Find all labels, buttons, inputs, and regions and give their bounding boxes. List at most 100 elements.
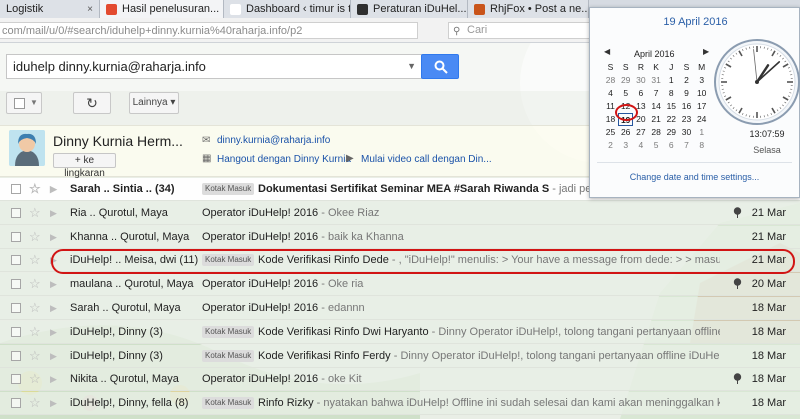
avatar[interactable] [9, 130, 45, 166]
calendar-day[interactable]: 14 [649, 100, 664, 113]
star-icon[interactable]: ☆ [29, 321, 41, 343]
star-icon[interactable]: ☆ [29, 178, 41, 200]
star-icon[interactable]: ☆ [29, 392, 41, 414]
importance-icon[interactable]: ▶ [50, 345, 57, 367]
video-call-link[interactable]: Mulai video call dengan Din... [361, 154, 492, 165]
calendar-day[interactable]: 22 [664, 113, 679, 126]
inbox-label[interactable]: Kotak Masuk [202, 325, 255, 338]
importance-icon[interactable]: ▶ [50, 321, 57, 343]
tab-close-icon[interactable]: × [87, 4, 93, 15]
browser-tab[interactable]: RhjFox • Post a ne...× [468, 0, 589, 18]
calendar-day[interactable]: 3 [618, 139, 633, 152]
row-checkbox[interactable] [11, 184, 21, 194]
calendar-day[interactable]: 7 [679, 139, 694, 152]
row-checkbox[interactable] [11, 303, 21, 313]
email-row[interactable]: ☆ ▶ Ria .. Qurotul, Maya Operator iDuHelp! … [0, 201, 800, 225]
browser-tab[interactable]: Logistik × [0, 0, 100, 18]
select-all-button[interactable]: ▼ [6, 92, 42, 114]
star-icon[interactable]: ☆ [29, 202, 41, 224]
calendar-day[interactable]: 25 [603, 126, 618, 139]
calendar-day[interactable]: 28 [649, 126, 664, 139]
inbox-label[interactable]: Kotak Masuk [202, 349, 255, 362]
url-field[interactable]: com/mail/u/0/#search/iduhelp+dinny.kurni… [0, 22, 418, 39]
row-checkbox[interactable] [11, 255, 21, 266]
browser-tab[interactable]: Hasil penelusuran...× [100, 0, 224, 18]
email-row[interactable]: ☆ ▶ Nikita .. Qurotul, Maya Operator iDuHel… [0, 368, 800, 392]
importance-icon[interactable]: ▶ [50, 368, 57, 390]
row-checkbox[interactable] [11, 398, 21, 409]
browser-tab[interactable]: Dashboard ‹ timur is t...× [224, 0, 351, 18]
inbox-label[interactable]: Kotak Masuk [202, 254, 255, 267]
change-date-time-link[interactable]: Change date and time settings... [589, 172, 800, 182]
calendar-day[interactable]: 15 [664, 100, 679, 113]
star-icon[interactable]: ☆ [29, 297, 41, 319]
calendar-day[interactable]: 10 [694, 87, 709, 100]
email-row[interactable]: ☆ ▶ iDuHelp!, Dinny (3) Kotak Masuk Kode Ver… [0, 320, 800, 344]
calendar-day[interactable]: 8 [694, 139, 709, 152]
importance-icon[interactable]: ▶ [50, 273, 57, 295]
next-month-icon[interactable]: ▶ [703, 47, 709, 56]
search-options-icon[interactable]: ▼ [407, 55, 416, 78]
calendar-day[interactable]: 9 [679, 87, 694, 100]
calendar-day[interactable]: 29 [618, 74, 633, 87]
importance-icon[interactable]: ▶ [50, 226, 57, 248]
calendar-day[interactable]: 5 [649, 139, 664, 152]
calendar-day[interactable]: 6 [664, 139, 679, 152]
search-button[interactable] [421, 54, 459, 79]
calendar-day[interactable]: 17 [694, 100, 709, 113]
importance-icon[interactable]: ▶ [50, 249, 57, 271]
inbox-label[interactable]: Kotak Masuk [202, 183, 255, 195]
row-checkbox[interactable] [11, 231, 21, 242]
row-checkbox[interactable] [11, 374, 21, 385]
refresh-button[interactable]: ↻ [73, 92, 111, 114]
row-checkbox[interactable] [11, 350, 21, 361]
calendar-day[interactable]: 4 [603, 87, 618, 100]
calendar-day[interactable]: 1 [694, 126, 709, 139]
calendar-day[interactable]: 8 [664, 87, 679, 100]
calendar-day[interactable]: 29 [664, 126, 679, 139]
gmail-search-input[interactable]: iduhelp dinny.kurnia@raharja.info ▼ [6, 54, 422, 79]
calendar-day[interactable]: 21 [649, 113, 664, 126]
calendar-day[interactable]: 6 [633, 87, 648, 100]
importance-icon[interactable]: ▶ [50, 392, 57, 414]
star-icon[interactable]: ☆ [29, 249, 41, 271]
star-icon[interactable]: ☆ [29, 273, 41, 295]
more-button[interactable]: Lainnya ▾ [129, 92, 179, 114]
email-row[interactable]: ☆ ▶ iDuHelp!, Dinny, fella (8) Kotak Masuk R… [0, 392, 800, 416]
hangout-link[interactable]: Hangout dengan Dinny Kurnia [217, 154, 351, 165]
calendar-day[interactable]: 26 [618, 126, 633, 139]
calendar-day[interactable]: 5 [618, 87, 633, 100]
calendar-day[interactable]: 31 [649, 74, 664, 87]
calendar-day[interactable]: 30 [633, 74, 648, 87]
importance-icon[interactable]: ▶ [50, 178, 57, 200]
prev-month-icon[interactable]: ◀ [604, 47, 610, 56]
calendar-day[interactable]: 4 [633, 139, 648, 152]
email-row[interactable]: ☆ ▶ iDuHelp!, Dinny (3) Kotak Masuk Kode Ver… [0, 344, 800, 368]
browser-search-input[interactable]: ⚲ Cari [448, 22, 598, 39]
email-row[interactable]: ☆ ▶ Sarah .. Qurotul, Maya Operator iDuHelp… [0, 297, 800, 320]
calendar-day[interactable]: 24 [694, 113, 709, 126]
calendar-day[interactable]: 27 [633, 126, 648, 139]
browser-tab[interactable]: Peraturan iDuHel...× [351, 0, 468, 18]
star-icon[interactable]: ☆ [29, 368, 41, 390]
inbox-label[interactable]: Kotak Masuk [202, 397, 255, 410]
add-to-circle-button[interactable]: + ke lingkaran [53, 153, 116, 179]
row-checkbox[interactable] [11, 326, 21, 337]
calendar-day[interactable]: 30 [679, 126, 694, 139]
star-icon[interactable]: ☆ [29, 345, 41, 367]
email-row[interactable]: ☆ ▶ maulana .. Qurotul, Maya Operator iDuHe… [0, 273, 800, 297]
calendar-day[interactable]: 23 [679, 113, 694, 126]
email-row[interactable]: ☆ ▶ Khanna .. Qurotul, Maya Operator iDuHel… [0, 225, 800, 249]
row-checkbox[interactable] [11, 279, 21, 290]
email-row[interactable]: ☆ ▶ iDuHelp! .. Meisa, dwi (11) Kotak Masuk… [0, 249, 800, 273]
calendar-day[interactable]: 1 [664, 74, 679, 87]
calendar-day[interactable]: 16 [679, 100, 694, 113]
row-checkbox[interactable] [11, 207, 21, 218]
calendar-day[interactable]: 28 [603, 74, 618, 87]
calendar-month[interactable]: April 2016 [634, 49, 675, 59]
contact-name[interactable]: Dinny Kurnia Herm... [53, 133, 183, 149]
popup-date-header[interactable]: 19 April 2016 [590, 16, 800, 28]
importance-icon[interactable]: ▶ [50, 202, 57, 224]
calendar-day[interactable]: 2 [603, 139, 618, 152]
calendar-day[interactable]: 3 [694, 74, 709, 87]
